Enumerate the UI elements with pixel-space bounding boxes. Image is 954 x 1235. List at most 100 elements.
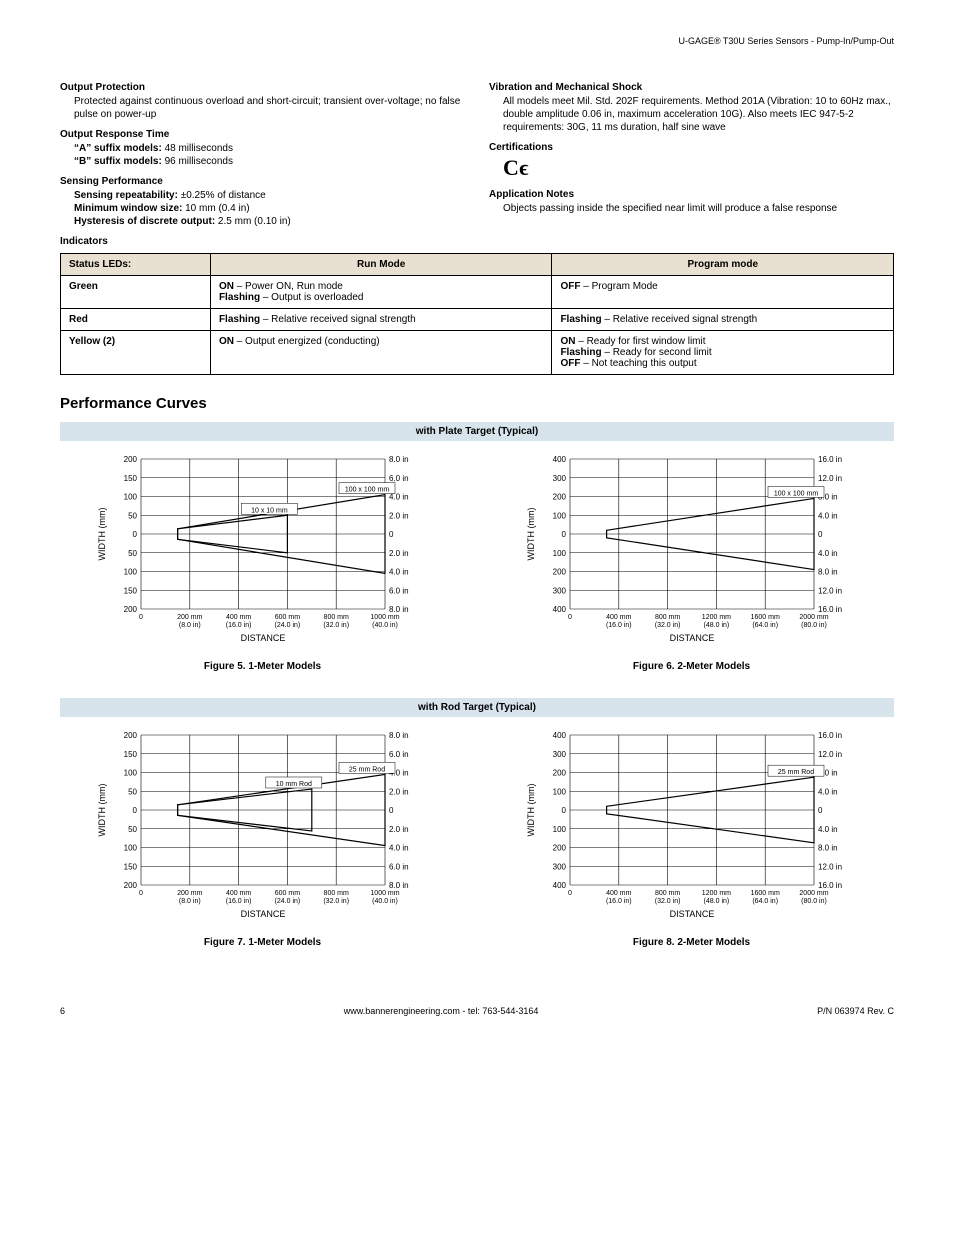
table-row: RedFlashing – Relative received signal s…: [61, 309, 894, 331]
svg-text:100: 100: [552, 511, 566, 520]
chart-fig6: 400300200100010020030040016.0 in12.0 in8…: [489, 453, 894, 643]
cell: ON – Ready for first window limitFlashin…: [552, 331, 894, 375]
table-row: GreenON – Power ON, Run modeFlashing – O…: [61, 276, 894, 309]
svg-text:50: 50: [128, 511, 137, 520]
svg-text:400 mm: 400 mm: [225, 614, 250, 621]
footer-right: P/N 063974 Rev. C: [817, 1006, 894, 1016]
svg-text:50: 50: [128, 825, 137, 834]
svg-text:1200 mm: 1200 mm: [701, 890, 730, 897]
svg-text:4.0 in: 4.0 in: [818, 549, 838, 558]
svg-text:4.0 in: 4.0 in: [818, 825, 838, 834]
svg-text:0: 0: [389, 806, 394, 815]
svg-text:WIDTH (mm): WIDTH (mm): [526, 784, 536, 837]
svg-text:0: 0: [139, 890, 143, 897]
svg-text:(48.0 in): (48.0 in): [703, 622, 729, 629]
svg-text:6.0 in: 6.0 in: [389, 586, 409, 595]
th-run: Run Mode: [210, 254, 552, 276]
svg-text:(16.0 in): (16.0 in): [225, 898, 251, 905]
svg-text:25 mm Rod: 25 mm Rod: [777, 769, 813, 776]
svg-text:400 mm: 400 mm: [225, 890, 250, 897]
footer-page: 6: [60, 1006, 65, 1016]
svg-text:(40.0 in): (40.0 in): [372, 898, 398, 905]
svg-text:6.0 in: 6.0 in: [389, 750, 409, 759]
svg-text:600 mm: 600 mm: [274, 890, 299, 897]
svg-text:1000 mm: 1000 mm: [370, 614, 399, 621]
chart-fig8: 400300200100010020030040016.0 in12.0 in8…: [489, 729, 894, 919]
svg-text:200: 200: [123, 881, 137, 890]
svg-text:(16.0 in): (16.0 in): [605, 622, 631, 629]
cell: ON – Output energized (conducting): [210, 331, 552, 375]
svg-text:2.0 in: 2.0 in: [389, 825, 409, 834]
caption-fig6: Figure 6. 2-Meter Models: [489, 661, 894, 672]
svg-text:(64.0 in): (64.0 in): [752, 898, 778, 905]
cell: ON – Power ON, Run modeFlashing – Output…: [210, 276, 552, 309]
svg-text:150: 150: [123, 586, 137, 595]
indicators-heading: Indicators: [60, 236, 465, 247]
sensing-perf-body: Sensing repeatability: ±0.25% of distanc…: [60, 189, 465, 228]
output-response-body: “A” suffix models: 48 milliseconds “B” s…: [60, 142, 465, 168]
svg-text:4.0 in: 4.0 in: [818, 511, 838, 520]
table-row: Yellow (2)ON – Output energized (conduct…: [61, 331, 894, 375]
svg-text:0: 0: [132, 530, 137, 539]
svg-text:(24.0 in): (24.0 in): [274, 898, 300, 905]
svg-text:800 mm: 800 mm: [654, 614, 679, 621]
svg-text:200: 200: [123, 605, 137, 614]
svg-text:100: 100: [552, 825, 566, 834]
svg-text:12.0 in: 12.0 in: [818, 750, 842, 759]
svg-text:0: 0: [389, 530, 394, 539]
app-notes-title: Application Notes: [489, 189, 894, 200]
caption-fig5: Figure 5. 1-Meter Models: [60, 661, 465, 672]
svg-text:150: 150: [123, 750, 137, 759]
svg-text:10 mm Rod: 10 mm Rod: [275, 781, 311, 788]
vibration-body: All models meet Mil. Std. 202F requireme…: [489, 95, 894, 134]
cell: Flashing – Relative received signal stre…: [552, 309, 894, 331]
svg-text:8.0 in: 8.0 in: [389, 605, 409, 614]
table-header-row: Status LEDs: Run Mode Program mode: [61, 254, 894, 276]
svg-text:200: 200: [123, 731, 137, 740]
th-status: Status LEDs:: [61, 254, 211, 276]
vibration-title: Vibration and Mechanical Shock: [489, 82, 894, 93]
svg-text:12.0 in: 12.0 in: [818, 586, 842, 595]
svg-text:(8.0 in): (8.0 in): [178, 622, 200, 629]
document-header: U-GAGE® T30U Series Sensors - Pump-In/Pu…: [60, 36, 894, 46]
svg-text:100: 100: [123, 493, 137, 502]
svg-text:25 mm Rod: 25 mm Rod: [348, 766, 384, 773]
svg-text:100: 100: [552, 787, 566, 796]
svg-text:(32.0 in): (32.0 in): [654, 898, 680, 905]
svg-text:(8.0 in): (8.0 in): [178, 898, 200, 905]
svg-text:0: 0: [139, 614, 143, 621]
svg-text:400 mm: 400 mm: [606, 614, 631, 621]
indicator-table: Status LEDs: Run Mode Program mode Green…: [60, 253, 894, 375]
svg-text:800 mm: 800 mm: [323, 890, 348, 897]
cell: OFF – Program Mode: [552, 276, 894, 309]
svg-text:800 mm: 800 mm: [323, 614, 348, 621]
svg-text:200: 200: [123, 455, 137, 464]
svg-text:(32.0 in): (32.0 in): [323, 622, 349, 629]
svg-text:WIDTH (mm): WIDTH (mm): [97, 784, 107, 837]
svg-text:2.0 in: 2.0 in: [389, 787, 409, 796]
svg-text:600 mm: 600 mm: [274, 614, 299, 621]
svg-text:300: 300: [552, 586, 566, 595]
curves-bar-rod: with Rod Target (Typical): [60, 698, 894, 717]
svg-text:200: 200: [552, 493, 566, 502]
svg-text:DISTANCE: DISTANCE: [240, 909, 285, 919]
svg-text:16.0 in: 16.0 in: [818, 605, 842, 614]
caption-fig7: Figure 7. 1-Meter Models: [60, 937, 465, 948]
svg-text:150: 150: [123, 862, 137, 871]
cell: Flashing – Relative received signal stre…: [210, 309, 552, 331]
svg-text:8.0 in: 8.0 in: [389, 455, 409, 464]
svg-text:(16.0 in): (16.0 in): [605, 898, 631, 905]
svg-text:800 mm: 800 mm: [654, 890, 679, 897]
certifications-title: Certifications: [489, 142, 894, 153]
svg-text:50: 50: [128, 787, 137, 796]
specs-right: Vibration and Mechanical Shock All model…: [489, 82, 894, 253]
svg-text:2000 mm: 2000 mm: [799, 890, 828, 897]
svg-text:16.0 in: 16.0 in: [818, 731, 842, 740]
svg-text:1000 mm: 1000 mm: [370, 890, 399, 897]
svg-text:400: 400: [552, 881, 566, 890]
svg-text:1600 mm: 1600 mm: [750, 614, 779, 621]
svg-text:(80.0 in): (80.0 in): [801, 898, 827, 905]
svg-text:6.0 in: 6.0 in: [389, 474, 409, 483]
svg-text:2000 mm: 2000 mm: [799, 614, 828, 621]
svg-text:50: 50: [128, 549, 137, 558]
